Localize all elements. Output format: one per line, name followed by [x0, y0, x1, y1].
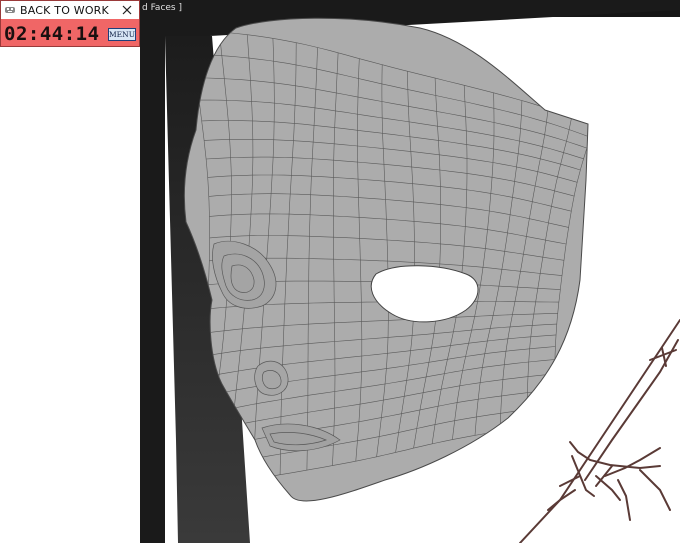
close-icon — [122, 5, 132, 15]
timer-display: 02:44:14 — [4, 23, 100, 45]
menu-button[interactable]: MENU — [108, 28, 136, 41]
timer-title: BACK TO WORK — [20, 3, 109, 17]
nose-tip — [254, 360, 289, 396]
timer-titlebar[interactable]: BACK TO WORK — [1, 1, 139, 19]
viewport-header-label: d Faces ] — [142, 3, 182, 13]
3d-viewport[interactable]: d Faces ] — [0, 0, 680, 543]
timer-window[interactable]: BACK TO WORK 02:44:14 MENU — [0, 0, 140, 47]
viewport-canvas[interactable]: d Faces ] — [0, 0, 680, 543]
timer-app-icon — [4, 4, 16, 16]
face-mask-mesh[interactable] — [183, 17, 593, 502]
close-button[interactable] — [120, 3, 134, 17]
